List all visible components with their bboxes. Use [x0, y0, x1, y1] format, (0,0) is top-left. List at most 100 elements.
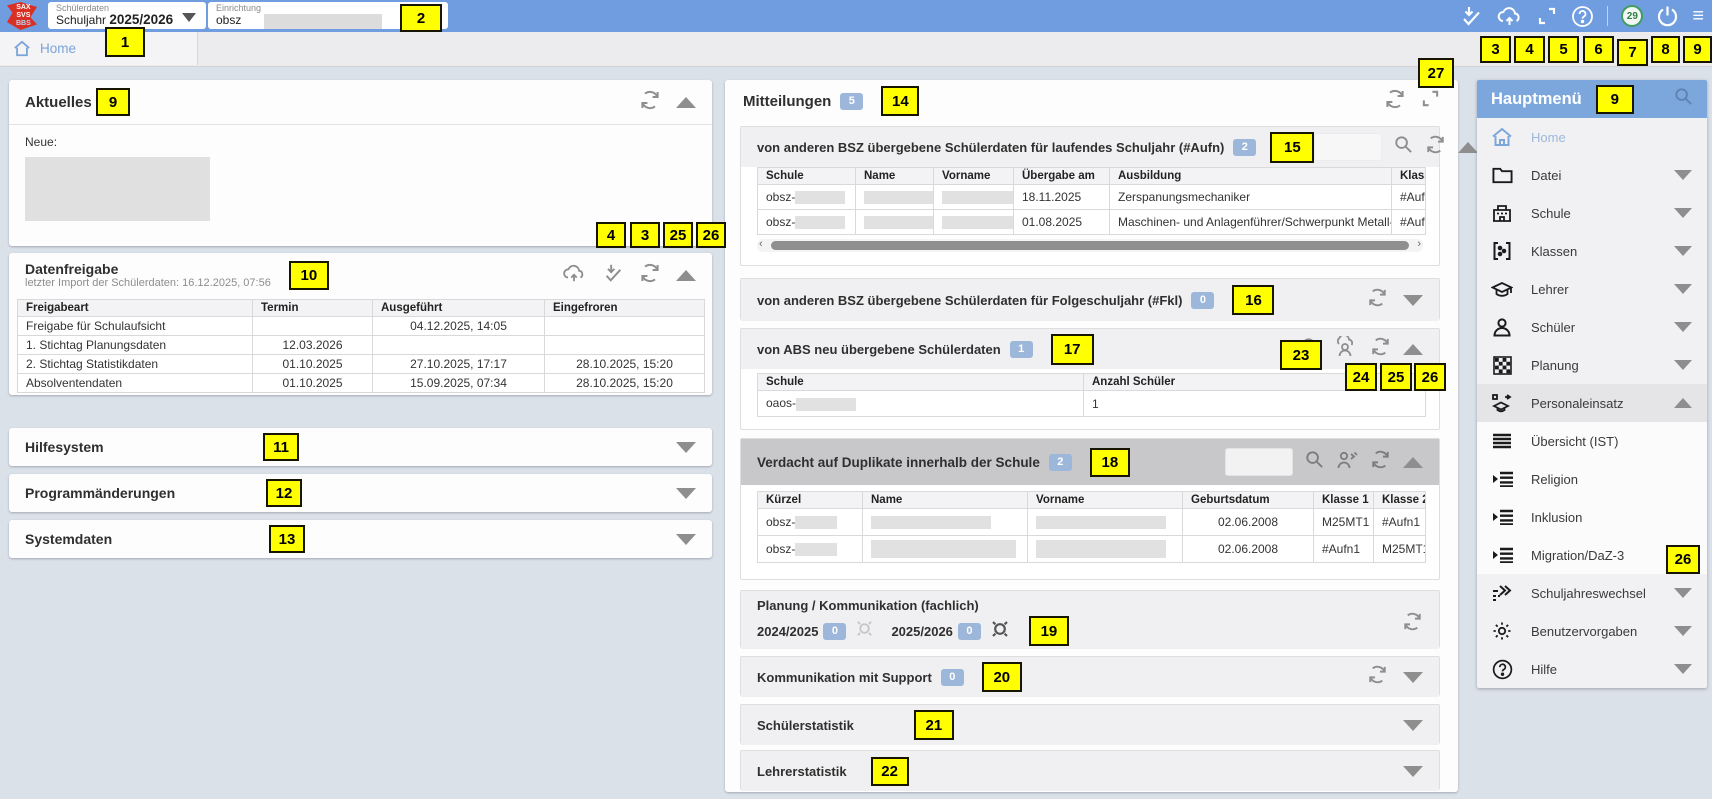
chevron-down-icon[interactable]	[1674, 208, 1692, 218]
menu-icon[interactable]: ≡	[1692, 6, 1704, 26]
sidebar-item-schule[interactable]: Schule	[1477, 194, 1707, 232]
import-check-icon[interactable]	[602, 262, 624, 289]
import-check-icon[interactable]	[1459, 4, 1483, 28]
refresh-icon[interactable]	[1384, 88, 1406, 115]
tab-home[interactable]: Home	[0, 32, 198, 65]
collapse-icon[interactable]	[676, 97, 696, 108]
chevron-down-icon[interactable]	[1674, 360, 1692, 370]
refresh-icon[interactable]	[1370, 449, 1391, 475]
panel-hilfesystem[interactable]: Hilfesystem	[9, 428, 712, 466]
chevron-down-icon[interactable]	[1674, 588, 1692, 598]
collapse-icon[interactable]	[676, 270, 696, 281]
chevron-up-icon[interactable]	[1674, 398, 1692, 408]
table-row[interactable]: obsz- 02.06.2008 #Aufn1M25MT1	[758, 536, 1426, 563]
scrollbar-thumb[interactable]	[771, 241, 1409, 250]
planning-gear-icon[interactable]	[854, 618, 875, 644]
session-timer-badge[interactable]: 29	[1621, 5, 1643, 27]
collapse-icon[interactable]	[1403, 457, 1423, 468]
planning-gear-icon[interactable]	[989, 618, 1011, 645]
refresh-icon[interactable]	[639, 262, 661, 289]
sidebar-item-klassen[interactable]: Klassen	[1477, 232, 1707, 270]
expand-icon[interactable]	[1403, 720, 1423, 731]
sidebar-item-benutzervorgaben[interactable]: Benutzervorgaben	[1477, 612, 1707, 650]
refresh-icon[interactable]	[639, 89, 661, 116]
collapse-icon[interactable]	[1403, 344, 1423, 355]
col-ausbildung[interactable]: Ausbildung	[1110, 168, 1392, 185]
sidebar-item-schuljahreswechsel[interactable]: Schuljahreswechsel	[1477, 574, 1707, 612]
expand-icon[interactable]	[1403, 766, 1423, 777]
col-schule[interactable]: Schule	[758, 374, 1084, 391]
search-input[interactable]	[1314, 133, 1382, 161]
help-icon[interactable]	[1571, 5, 1594, 28]
expand-icon[interactable]	[676, 488, 696, 499]
table-row[interactable]: oaos- 1	[758, 391, 1426, 417]
search-input[interactable]	[1225, 448, 1293, 476]
chevron-down-icon[interactable]	[1674, 170, 1692, 180]
col-geburtsdatum[interactable]: Geburtsdatum	[1183, 492, 1314, 509]
logout-power-icon[interactable]	[1656, 5, 1679, 28]
table-row[interactable]: Absolventendaten01.10.2025 15.09.2025, 0…	[18, 374, 705, 393]
panel-systemdaten[interactable]: Systemdaten	[9, 520, 712, 558]
scroll-left-icon[interactable]: ‹	[759, 238, 763, 250]
popout-window-icon[interactable]	[1421, 89, 1440, 113]
col-klasse[interactable]: Klasse	[1392, 168, 1426, 185]
chevron-down-icon[interactable]	[1674, 284, 1692, 294]
col-vorname[interactable]: Vorname	[1028, 492, 1183, 509]
sidebar-item-uebersicht-ist[interactable]: Übersicht (IST)	[1477, 422, 1707, 460]
col-klasse1[interactable]: Klasse 1	[1314, 492, 1374, 509]
sidebar-item-religion[interactable]: Religion	[1477, 460, 1707, 498]
sidebar-item-hilfe[interactable]: Hilfe	[1477, 650, 1707, 688]
schoolyear-selector[interactable]: Schülerdaten Schuljahr 2025/2026	[48, 2, 206, 29]
col-vorname[interactable]: Vorname	[934, 168, 1014, 185]
sidebar-item-schueler[interactable]: Schüler	[1477, 308, 1707, 346]
col-eingefroren[interactable]: Eingefroren	[545, 300, 705, 317]
sidebar-item-home[interactable]: Home	[1477, 118, 1707, 156]
col-uebergabe[interactable]: Übergabe am	[1014, 168, 1110, 185]
col-schule[interactable]: Schule	[758, 168, 856, 185]
col-kuerzel[interactable]: Kürzel	[758, 492, 863, 509]
refresh-icon[interactable]	[1367, 664, 1388, 690]
subpanel-fkl[interactable]: von anderen BSZ übergebene Schülerdaten …	[740, 278, 1440, 320]
col-klasse2[interactable]: Klasse 2	[1374, 492, 1426, 509]
horizontal-scrollbar[interactable]: ‹ ›	[757, 239, 1423, 252]
table-row[interactable]: obsz- 18.11.2025Zerspanungsmechaniker#Au…	[758, 185, 1426, 210]
chevron-down-icon[interactable]	[182, 13, 196, 22]
expand-icon[interactable]	[676, 442, 696, 453]
refresh-icon[interactable]	[1367, 287, 1388, 313]
subpanel-support[interactable]: Kommunikation mit Support 0 20	[740, 656, 1440, 696]
table-row[interactable]: obsz- 02.06.2008 M25MT1#Aufn1	[758, 509, 1426, 536]
person-cloud-icon[interactable]	[1332, 336, 1358, 363]
chevron-down-icon[interactable]	[1674, 246, 1692, 256]
col-name[interactable]: Name	[863, 492, 1028, 509]
expand-icon[interactable]	[1403, 295, 1423, 306]
table-row[interactable]: obsz- 01.08.2025Maschinen- und Anlagenfü…	[758, 210, 1426, 235]
subpanel-schuelerstatistik[interactable]: Schülerstatistik 21	[740, 704, 1440, 744]
col-termin[interactable]: Termin	[253, 300, 373, 317]
sidebar-item-datei[interactable]: Datei	[1477, 156, 1707, 194]
subpanel-lehrerstatistik[interactable]: Lehrerstatistik 22	[740, 750, 1440, 790]
scroll-right-icon[interactable]: ›	[1417, 238, 1421, 250]
resize-window-icon[interactable]	[1536, 5, 1558, 27]
collapse-icon[interactable]	[1458, 142, 1478, 153]
panel-programmaenderungen[interactable]: Programmänderungen	[9, 474, 712, 512]
sidebar-item-inklusion[interactable]: Inklusion	[1477, 498, 1707, 536]
refresh-icon[interactable]	[1402, 611, 1423, 637]
col-freigabeart[interactable]: Freigabeart	[18, 300, 253, 317]
cloud-upload-icon[interactable]	[561, 262, 587, 289]
col-name[interactable]: Name	[856, 168, 934, 185]
merge-duplicates-icon[interactable]	[1336, 450, 1358, 475]
chevron-down-icon[interactable]	[1674, 322, 1692, 332]
refresh-icon[interactable]	[1425, 134, 1446, 160]
expand-icon[interactable]	[1403, 672, 1423, 683]
chevron-down-icon[interactable]	[1674, 626, 1692, 636]
table-row[interactable]: Freigabe für Schulaufsicht 04.12.2025, 1…	[18, 317, 705, 336]
search-icon[interactable]	[1394, 135, 1413, 159]
table-row[interactable]: 1. Stichtag Planungsdaten12.03.2026	[18, 336, 705, 355]
table-row[interactable]: 2. Stichtag Statistikdaten01.10.2025 27.…	[18, 355, 705, 374]
sidebar-item-personaleinsatz[interactable]: Personaleinsatz	[1477, 384, 1707, 422]
sidebar-item-planung[interactable]: Planung	[1477, 346, 1707, 384]
expand-icon[interactable]	[676, 534, 696, 545]
sidebar-item-lehrer[interactable]: Lehrer	[1477, 270, 1707, 308]
col-ausgefuehrt[interactable]: Ausgeführt	[373, 300, 545, 317]
chevron-down-icon[interactable]	[1674, 664, 1692, 674]
